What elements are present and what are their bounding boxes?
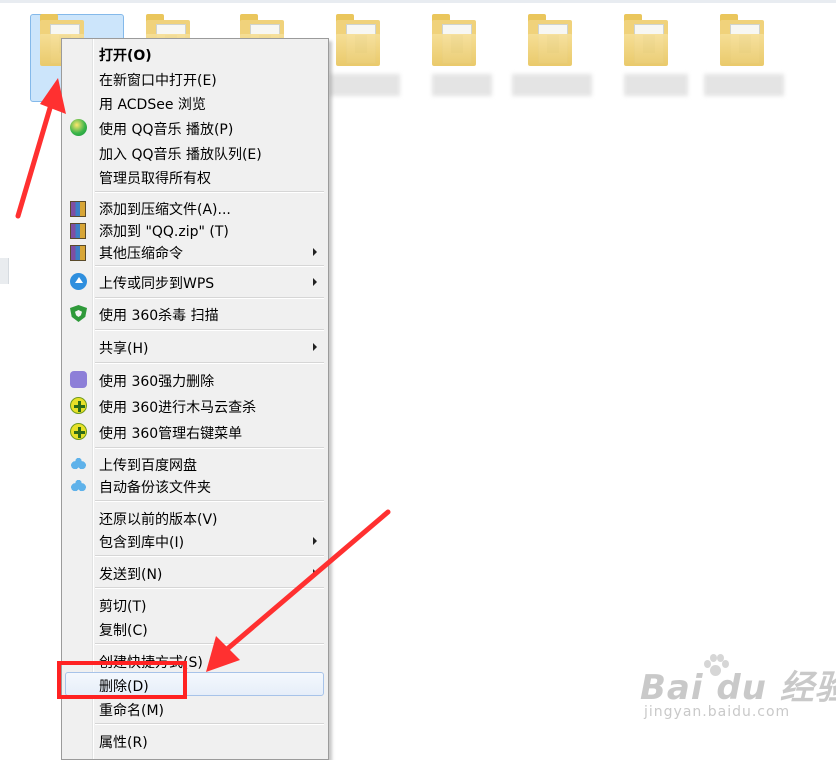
menu-separator (95, 447, 324, 449)
menu-item-label: 管理员取得所有权 (99, 171, 211, 187)
menu-item-baidu-upload[interactable]: 上传到百度网盘 (65, 451, 324, 475)
folder-icon[interactable] (624, 14, 672, 68)
menu-separator (95, 555, 324, 557)
menu-item-open-new-window[interactable]: 在新窗口中打开(E) (65, 66, 324, 90)
baidu-watermark: Bai du 经验 jingyan.baidu.com (640, 654, 836, 730)
menu-item-label: 打开(O) (99, 48, 152, 64)
menu-item-label: 属性(R) (99, 735, 148, 751)
menu-item-label: 使用 360杀毒 扫描 (99, 308, 219, 324)
menu-item-wps-sync[interactable]: 上传或同步到WPS (65, 269, 324, 293)
blurred-folder-name (624, 74, 688, 96)
folder-icon[interactable] (432, 14, 480, 68)
submenu-arrow-icon (313, 569, 317, 577)
menu-item-qq-music-play[interactable]: 使用 QQ音乐 播放(P) (65, 115, 324, 139)
menu-item-label: 共享(H) (99, 341, 149, 357)
menu-item-send-to[interactable]: 发送到(N) (65, 560, 324, 584)
menu-item-label: 使用 360强力删除 (99, 374, 215, 390)
baidu-cloud-icon (70, 455, 87, 472)
folder-icon[interactable] (528, 14, 576, 68)
navigation-pane-edge[interactable] (0, 258, 9, 284)
context-menu: 打开(O) 在新窗口中打开(E) 用 ACDSee 浏览 使用 QQ音乐 播放(… (61, 38, 329, 760)
folder-icon[interactable] (336, 14, 384, 68)
menu-item-label: 用 ACDSee 浏览 (99, 97, 206, 113)
menu-item-add-to-archive[interactable]: 添加到压缩文件(A)... (65, 195, 324, 219)
menu-separator (95, 297, 324, 299)
menu-separator (95, 500, 324, 502)
menu-item-label: 其他压缩命令 (99, 246, 183, 262)
menu-separator (95, 191, 324, 193)
menu-item-cut[interactable]: 剪切(T) (65, 592, 324, 616)
folder-icon[interactable] (720, 14, 768, 68)
menu-item-label: 使用 360进行木马云查杀 (99, 400, 257, 416)
360-plus-icon (70, 423, 87, 440)
menu-item-label: 自动备份该文件夹 (99, 480, 211, 496)
360-shield-icon (70, 305, 87, 322)
menu-item-acdsee[interactable]: 用 ACDSee 浏览 (65, 90, 324, 114)
menu-item-label: 还原以前的版本(V) (99, 512, 218, 528)
menu-separator (95, 587, 324, 589)
menu-item-qq-music-queue[interactable]: 加入 QQ音乐 播放队列(E) (65, 140, 324, 164)
submenu-arrow-icon (313, 343, 317, 351)
blurred-folder-name (512, 74, 592, 96)
menu-item-rename[interactable]: 重命名(M) (65, 696, 324, 720)
menu-item-restore-versions[interactable]: 还原以前的版本(V) (65, 505, 324, 529)
blurred-folder-name (432, 74, 492, 96)
watermark-logo: Bai du 经验 (640, 668, 836, 708)
window-top-border (0, 0, 836, 3)
menu-item-360-trojan-scan[interactable]: 使用 360进行木马云查杀 (65, 393, 324, 417)
watermark-url: jingyan.baidu.com (644, 704, 791, 720)
menu-separator (95, 362, 324, 364)
submenu-arrow-icon (313, 278, 317, 286)
menu-item-label: 使用 QQ音乐 播放(P) (99, 122, 234, 138)
menu-item-360-force-delete[interactable]: 使用 360强力删除 (65, 367, 324, 391)
menu-item-copy[interactable]: 复制(C) (65, 616, 324, 640)
menu-separator (95, 265, 324, 267)
submenu-arrow-icon (313, 248, 317, 256)
menu-item-label: 发送到(N) (99, 567, 163, 583)
menu-item-include-library[interactable]: 包含到库中(I) (65, 528, 324, 552)
menu-separator (95, 643, 324, 645)
blurred-folder-name (330, 74, 400, 96)
menu-item-share[interactable]: 共享(H) (65, 334, 324, 358)
menu-item-properties[interactable]: 属性(R) (65, 728, 324, 752)
menu-item-label: 加入 QQ音乐 播放队列(E) (99, 147, 262, 163)
360-eraser-icon (70, 371, 87, 388)
menu-separator (95, 329, 324, 331)
menu-item-label: 上传到百度网盘 (99, 458, 197, 474)
annotation-highlight-box (57, 661, 187, 699)
menu-item-label: 复制(C) (99, 623, 148, 639)
360-plus-icon (70, 397, 87, 414)
winrar-icon (70, 201, 86, 217)
menu-item-label: 重命名(M) (99, 703, 165, 719)
menu-item-label: 上传或同步到WPS (99, 276, 215, 292)
menu-item-label: 剪切(T) (99, 599, 147, 615)
menu-item-360-manage-menu[interactable]: 使用 360管理右键菜单 (65, 419, 324, 443)
qq-music-icon (70, 119, 87, 136)
annotation-arrow-up (15, 105, 53, 219)
wps-cloud-icon (70, 273, 87, 290)
menu-item-label: 添加到 "QQ.zip" (T) (99, 224, 229, 240)
menu-item-label: 在新窗口中打开(E) (99, 73, 217, 89)
menu-item-label: 包含到库中(I) (99, 535, 185, 551)
menu-item-add-to-zip[interactable]: 添加到 "QQ.zip" (T) (65, 217, 324, 241)
menu-item-baidu-backup[interactable]: 自动备份该文件夹 (65, 473, 324, 497)
winrar-icon (70, 223, 86, 239)
menu-item-other-compress[interactable]: 其他压缩命令 (65, 239, 324, 263)
menu-separator (95, 723, 324, 725)
menu-item-label: 添加到压缩文件(A)... (99, 202, 231, 218)
menu-item-take-ownership[interactable]: 管理员取得所有权 (65, 164, 324, 188)
menu-item-360-scan[interactable]: 使用 360杀毒 扫描 (65, 301, 324, 325)
menu-item-label: 使用 360管理右键菜单 (99, 426, 243, 442)
submenu-arrow-icon (313, 537, 317, 545)
baidu-cloud-icon (70, 477, 87, 494)
blurred-folder-name (704, 74, 784, 96)
menu-item-open[interactable]: 打开(O) (65, 41, 324, 65)
winrar-icon (70, 245, 86, 261)
